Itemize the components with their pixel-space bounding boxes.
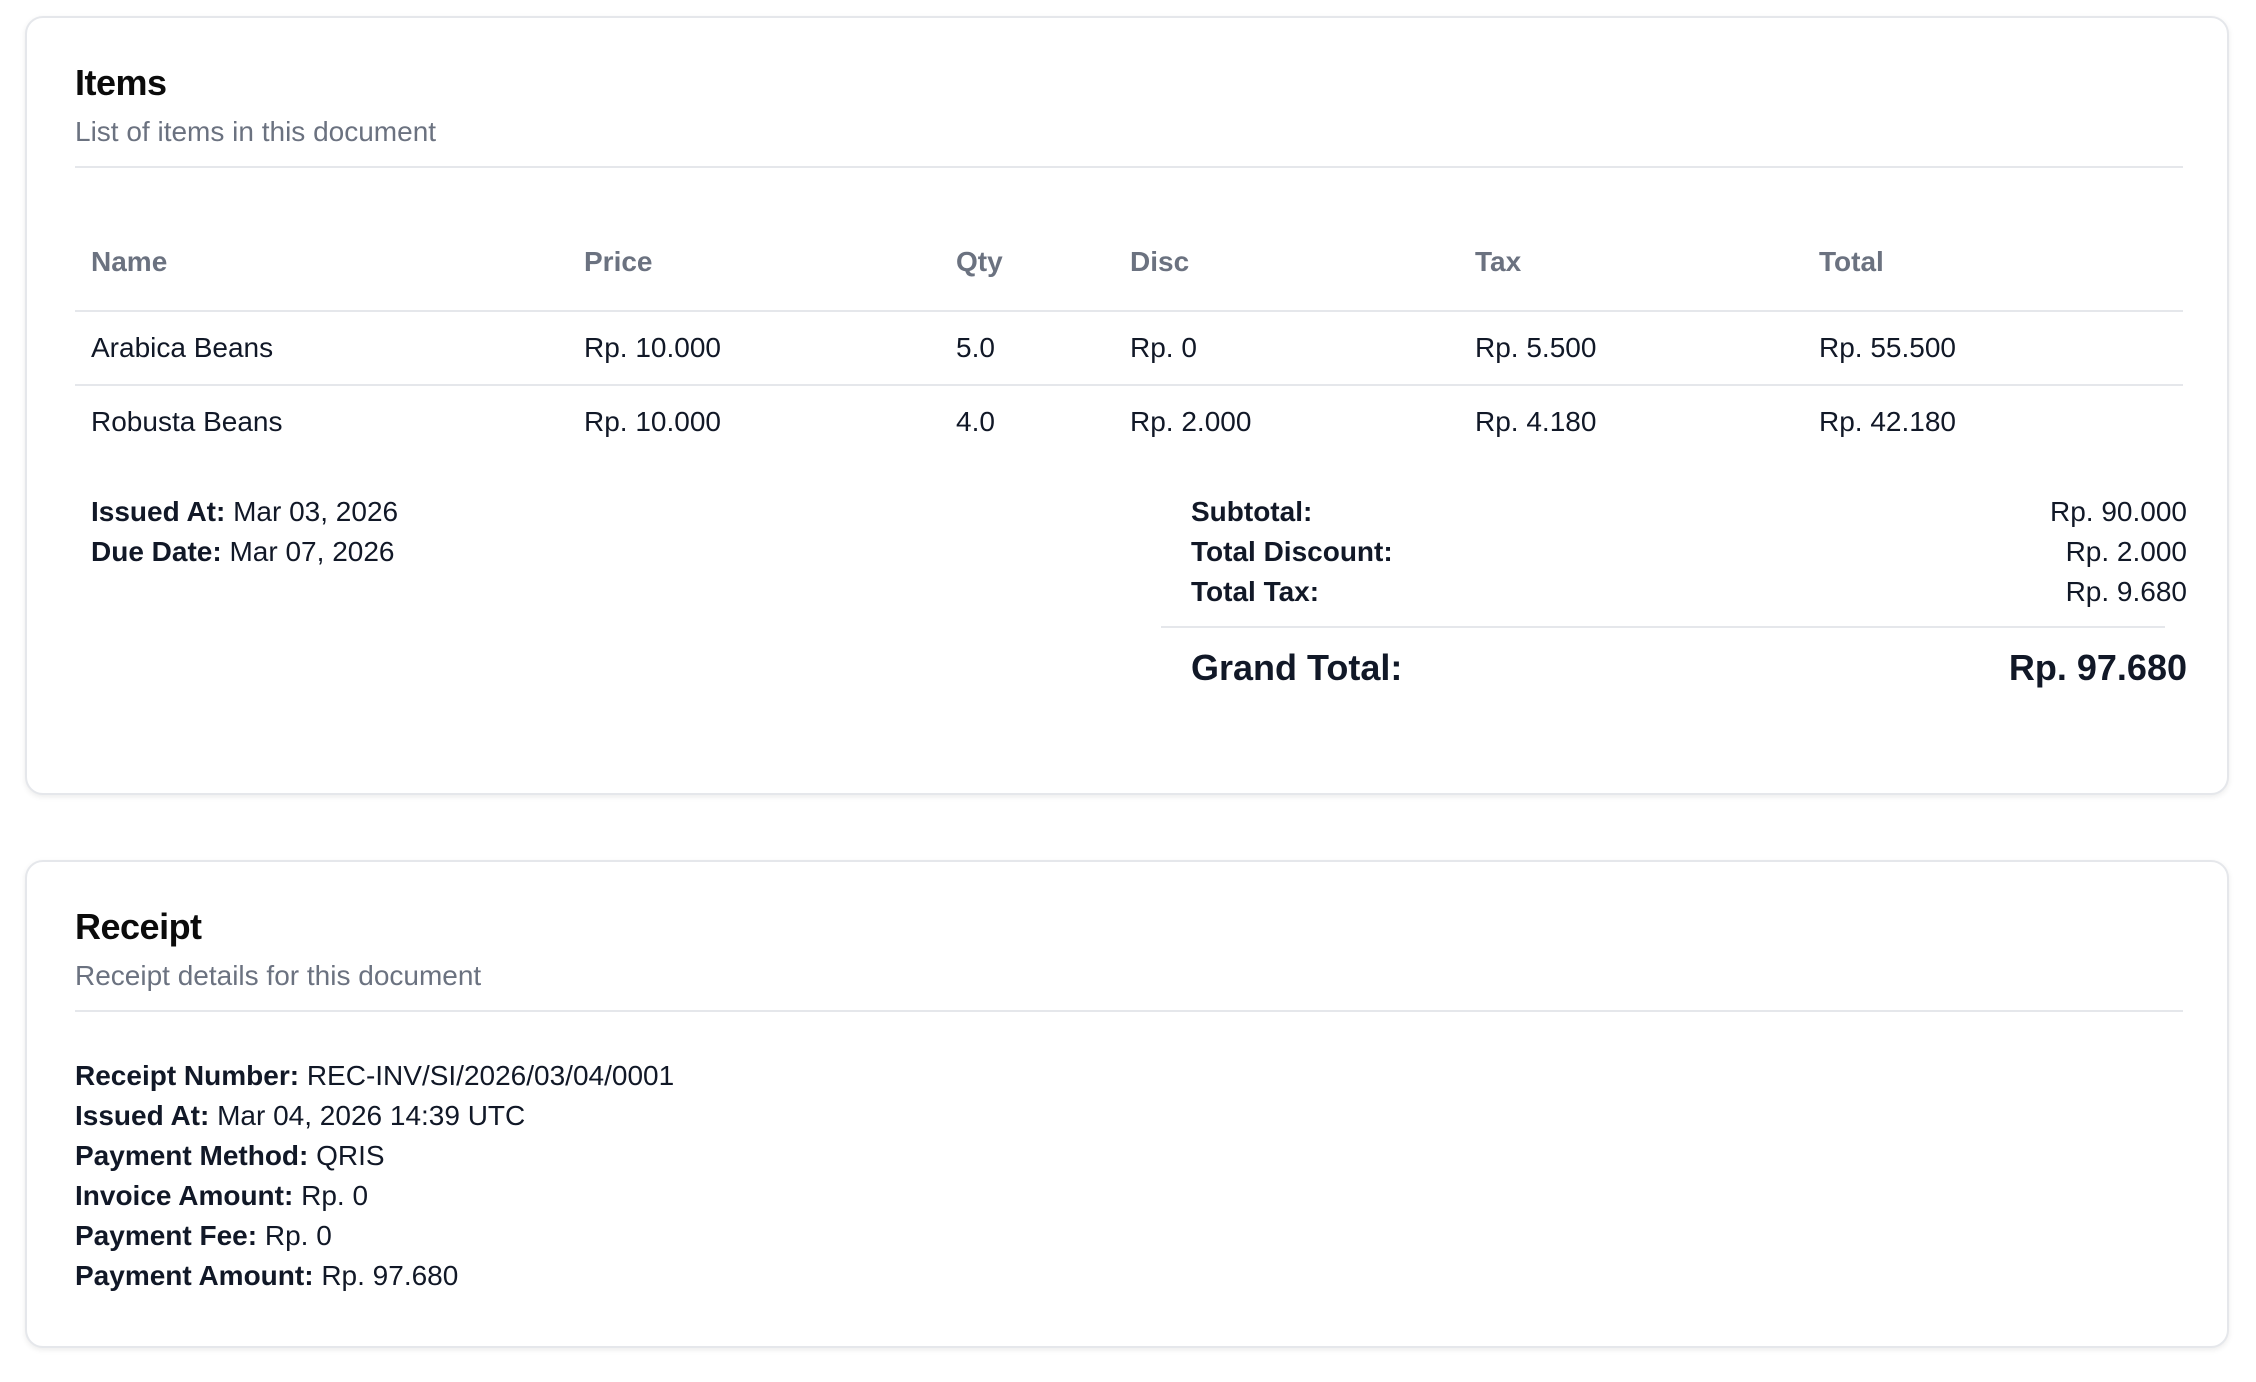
receipt-issued-at-label: Issued At: (75, 1100, 210, 1131)
issued-at-line: Issued At: Mar 03, 2026 (91, 492, 398, 532)
items-title: Items (75, 62, 167, 103)
receipt-number-value: REC-INV/SI/2026/03/04/0001 (306, 1060, 675, 1091)
cell-tax: Rp. 4.180 (1475, 406, 1597, 437)
total-discount-label: Total Discount: (1191, 536, 1393, 567)
invoice-amount-value: Rp. 0 (301, 1180, 369, 1211)
receipt-issued-at-value: Mar 04, 2026 14:39 UTC (217, 1100, 526, 1131)
subtotal-row: Subtotal: Rp. 90.000 (1161, 492, 2197, 532)
column-header-disc: Disc (1114, 214, 1459, 312)
column-header-total: Total (1803, 214, 2183, 312)
cell-total: Rp. 55.500 (1803, 311, 2183, 386)
receipt-header-divider (75, 1010, 2183, 1012)
payment-method-value: QRIS (316, 1140, 385, 1171)
cell-name: Arabica Beans (75, 311, 568, 386)
payment-amount-label: Payment Amount: (75, 1260, 314, 1291)
issued-at-label: Issued At: (91, 496, 226, 527)
items-card: Items List of items in this document Nam… (25, 16, 2229, 795)
subtotal-value: Rp. 90.000 (2050, 496, 2187, 527)
due-date-line: Due Date: Mar 07, 2026 (91, 532, 398, 572)
due-date-label: Due Date: (91, 536, 222, 567)
subtotal-label: Subtotal: (1191, 496, 1313, 527)
payment-method-line: Payment Method: QRIS (75, 1136, 674, 1176)
items-subtitle: List of items in this document (75, 116, 437, 147)
cell-price: Rp. 10.000 (568, 311, 940, 386)
cell-qty: 5.0 (940, 311, 1114, 386)
totals-divider (1161, 626, 2165, 628)
receipt-card: Receipt Receipt details for this documen… (25, 860, 2229, 1348)
cell-name: Robusta Beans (91, 406, 283, 437)
payment-method-label: Payment Method: (75, 1140, 309, 1171)
receipt-number-line: Receipt Number: REC-INV/SI/2026/03/04/00… (75, 1056, 674, 1096)
payment-fee-value: Rp. 0 (264, 1220, 332, 1251)
table-header-row: Name Price Qty Disc Tax Total (75, 214, 2183, 312)
invoice-amount-label: Invoice Amount: (75, 1180, 294, 1211)
payment-amount-line: Payment Amount: Rp. 97.680 (75, 1256, 674, 1296)
column-header-tax: Tax (1459, 214, 1803, 312)
items-header-divider (75, 166, 2183, 168)
table-row: Robusta Beans Rp. 10.000 4.0 Rp. 2.000 R… (75, 385, 2183, 458)
total-discount-row: Total Discount: Rp. 2.000 (1161, 532, 2197, 572)
invoice-dates: Issued At: Mar 03, 2026 Due Date: Mar 07… (91, 492, 398, 572)
cell-qty: 4.0 (956, 406, 995, 437)
due-date-value: Mar 07, 2026 (229, 536, 395, 567)
totals-summary: Subtotal: Rp. 90.000 Total Discount: Rp.… (1161, 492, 2197, 696)
payment-fee-label: Payment Fee: (75, 1220, 258, 1251)
cell-tax: Rp. 5.500 (1459, 311, 1803, 386)
total-tax-row: Total Tax: Rp. 9.680 (1161, 572, 2197, 612)
receipt-subtitle: Receipt details for this document (75, 960, 482, 991)
grand-total-value: Rp. 97.680 (2008, 647, 2187, 688)
grand-total-row: Grand Total: Rp. 97.680 (1161, 640, 2197, 696)
payment-fee-line: Payment Fee: Rp. 0 (75, 1216, 674, 1256)
column-header-qty: Qty (940, 214, 1114, 312)
table-row: Arabica Beans Rp. 10.000 5.0 Rp. 0 Rp. 5… (75, 311, 2183, 386)
receipt-title: Receipt (75, 906, 202, 947)
cell-disc: Rp. 2.000 (1130, 406, 1252, 437)
total-tax-value: Rp. 9.680 (2065, 576, 2187, 607)
receipt-number-label: Receipt Number: (75, 1060, 300, 1091)
cell-price: Rp. 10.000 (584, 406, 721, 437)
receipt-issued-at-line: Issued At: Mar 04, 2026 14:39 UTC (75, 1096, 674, 1136)
items-table: Name Price Qty Disc Tax Total Arabica Be… (75, 214, 2183, 458)
grand-total-label: Grand Total: (1191, 647, 1403, 688)
total-discount-value: Rp. 2.000 (2065, 536, 2187, 567)
total-tax-label: Total Tax: (1191, 576, 1320, 607)
payment-amount-value: Rp. 97.680 (321, 1260, 459, 1291)
receipt-details: Receipt Number: REC-INV/SI/2026/03/04/00… (75, 1056, 674, 1296)
issued-at-value: Mar 03, 2026 (233, 496, 399, 527)
column-header-name: Name (75, 214, 568, 312)
column-header-price: Price (568, 214, 940, 312)
invoice-amount-line: Invoice Amount: Rp. 0 (75, 1176, 674, 1216)
cell-disc: Rp. 0 (1114, 311, 1459, 386)
cell-total: Rp. 42.180 (1819, 406, 1956, 437)
